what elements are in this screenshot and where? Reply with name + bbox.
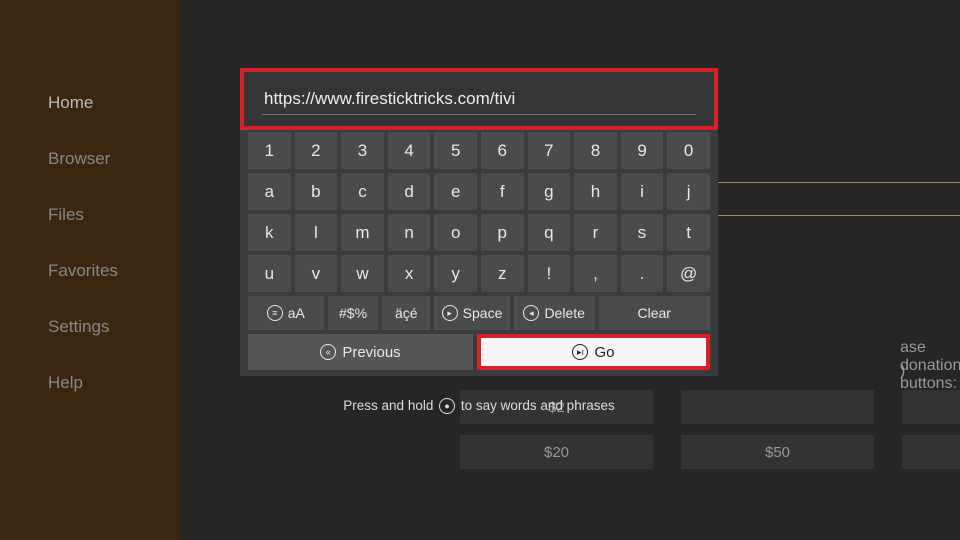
key-n[interactable]: n [388,214,431,251]
key-symbols[interactable]: #$% [328,296,379,330]
key-clear[interactable]: Clear [599,296,711,330]
space-icon: ▸ [442,305,458,321]
key-1[interactable]: 1 [248,132,291,169]
sidebar-item-browser[interactable]: Browser [0,131,180,187]
key-delete[interactable]: ◂Delete [514,296,595,330]
key-m[interactable]: m [341,214,384,251]
key-u[interactable]: u [248,255,291,292]
key-space[interactable]: ▸Space [434,296,510,330]
key-w[interactable]: w [341,255,384,292]
key-f[interactable]: f [481,173,524,210]
url-keyboard-overlay: 1234567890 abcdefghij klmnopqrst uvwxyz!… [240,68,718,414]
key-@[interactable]: @ [667,255,710,292]
delete-icon: ◂ [523,305,539,321]
voice-hint: Press and hold ● to say words and phrase… [240,398,718,414]
url-bar [240,68,718,130]
mic-icon: ● [439,398,455,414]
key-![interactable]: ! [528,255,571,292]
go-button[interactable]: ▸ıGo [477,334,710,370]
donate-10[interactable]: $10 [902,390,960,424]
key-5[interactable]: 5 [434,132,477,169]
key-o[interactable]: o [434,214,477,251]
url-input[interactable] [262,84,696,115]
key-g[interactable]: g [528,173,571,210]
key-.[interactable]: . [621,255,664,292]
sidebar: Home Browser Files Favorites Settings He… [0,0,180,540]
previous-icon: « [320,344,336,360]
sidebar-item-favorites[interactable]: Favorites [0,243,180,299]
key-4[interactable]: 4 [388,132,431,169]
donate-20[interactable]: $20 [460,435,653,469]
key-accents[interactable]: äçé [382,296,430,330]
key-9[interactable]: 9 [621,132,664,169]
go-icon: ▸ı [572,344,588,360]
key-v[interactable]: v [295,255,338,292]
key-shift-aA[interactable]: ≡aA [248,296,324,330]
donation-label2: ) [900,362,905,380]
key-e[interactable]: e [434,173,477,210]
key-j[interactable]: j [667,173,710,210]
key-0[interactable]: 0 [667,132,710,169]
sidebar-item-settings[interactable]: Settings [0,299,180,355]
sidebar-item-files[interactable]: Files [0,187,180,243]
key-6[interactable]: 6 [481,132,524,169]
donate-100[interactable]: $100 [902,435,960,469]
key-z[interactable]: z [481,255,524,292]
key-2[interactable]: 2 [295,132,338,169]
donation-label1: ase donation buttons: [900,339,960,393]
key-c[interactable]: c [341,173,384,210]
key-p[interactable]: p [481,214,524,251]
key-s[interactable]: s [621,214,664,251]
key-3[interactable]: 3 [341,132,384,169]
key-k[interactable]: k [248,214,291,251]
shift-icon: ≡ [267,305,283,321]
on-screen-keyboard: 1234567890 abcdefghij klmnopqrst uvwxyz!… [240,130,718,376]
key-x[interactable]: x [388,255,431,292]
previous-button[interactable]: «Previous [248,334,473,370]
sidebar-item-help[interactable]: Help [0,355,180,411]
key-l[interactable]: l [295,214,338,251]
key-7[interactable]: 7 [528,132,571,169]
key-b[interactable]: b [295,173,338,210]
key-q[interactable]: q [528,214,571,251]
key-8[interactable]: 8 [574,132,617,169]
key-,[interactable]: , [574,255,617,292]
key-i[interactable]: i [621,173,664,210]
key-y[interactable]: y [434,255,477,292]
key-d[interactable]: d [388,173,431,210]
donate-50[interactable]: $50 [681,435,874,469]
key-t[interactable]: t [667,214,710,251]
key-r[interactable]: r [574,214,617,251]
key-a[interactable]: a [248,173,291,210]
key-h[interactable]: h [574,173,617,210]
sidebar-item-home[interactable]: Home [0,75,180,131]
